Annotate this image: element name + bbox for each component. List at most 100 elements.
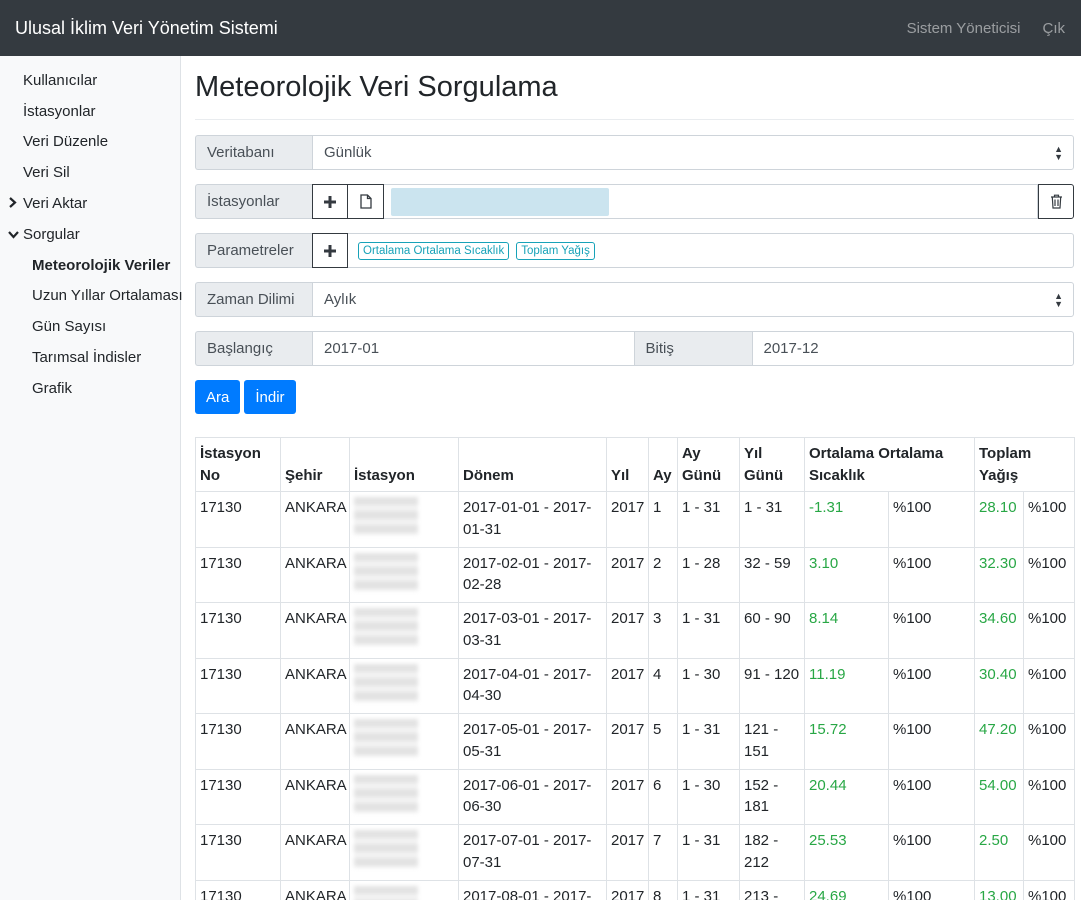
cell-temp-pct: %100 — [888, 824, 975, 881]
add-parameter-button[interactable] — [312, 233, 348, 268]
cell-mday: 1 - 28 — [677, 546, 740, 603]
sidebar-group-queries[interactable]: Sorgular — [0, 219, 180, 250]
download-button[interactable]: İndir — [244, 380, 296, 414]
column-header[interactable]: Yıl — [606, 437, 649, 492]
sidebar-item-edit-data[interactable]: Veri Düzenle — [0, 127, 180, 158]
column-header[interactable]: Dönem — [458, 437, 607, 492]
station-name-cell — [349, 657, 459, 714]
sidebar-item-meteorological-data[interactable]: Meteorolojik Veriler — [0, 250, 180, 281]
sidebar-item-agricultural-indices[interactable]: Tarımsal İndisler — [0, 342, 180, 373]
timespan-row: Zaman Dilimi Aylık ▲ ▼ — [195, 282, 1074, 317]
sidebar-item-chart[interactable]: Grafik — [0, 373, 180, 404]
database-select-value: Günlük — [324, 144, 372, 161]
cell-rain: 30.40 — [974, 657, 1024, 714]
search-button[interactable]: Ara — [195, 380, 241, 414]
station-name-cell — [349, 879, 459, 900]
sidebar-item-long-term-average[interactable]: Uzun Yıllar Ortalaması — [0, 281, 183, 312]
table-row: 17130 ANKARA 2017-02-01 - 2017-02-28 2017 2 1… — [195, 546, 1075, 603]
database-select[interactable]: Günlük ▲ ▼ — [312, 135, 1074, 170]
sidebar-item-label: Veri Sil — [23, 164, 70, 182]
cell-temp-pct: %100 — [888, 491, 975, 548]
nav-link-logout[interactable]: Çık — [1043, 20, 1066, 37]
main-content: Meteorolojik Veri Sorgulama Veritabanı G… — [181, 56, 1081, 900]
cell-year: 2017 — [606, 713, 649, 770]
column-header[interactable]: İstasyon — [349, 437, 459, 492]
parameters-field[interactable]: Ortalama Ortalama Sıcaklık Toplam Yağış — [348, 233, 1074, 268]
chevron-down-icon — [8, 227, 23, 242]
results-table: İstasyon No Şehir İstasyon Dönem Yıl Ay … — [195, 437, 1075, 900]
column-header[interactable]: Şehir — [280, 437, 350, 492]
stations-field[interactable] — [384, 184, 1038, 219]
cell-rain: 32.30 — [974, 546, 1024, 603]
end-date-value: 2017-12 — [763, 340, 819, 357]
sidebar-item-users[interactable]: Kullanıcılar — [0, 65, 180, 96]
select-caret-icon: ▲ ▼ — [1054, 144, 1063, 162]
top-navbar: Ulusal İklim Veri Yönetim Sistemi Sistem… — [0, 0, 1081, 56]
database-label: Veritabanı — [195, 135, 312, 170]
cell-rain-pct: %100 — [1023, 768, 1075, 825]
cell-city: ANKARA — [280, 602, 350, 659]
cell-rain: 13.00 — [974, 879, 1024, 900]
table-row: 17130ANKARA2017-08-01 - 2017-08-31201781… — [195, 879, 1075, 900]
redacted-station-name — [354, 830, 418, 868]
start-date-input[interactable]: 2017-01 — [312, 331, 635, 366]
cell-city: ANKARA — [280, 824, 350, 881]
cell-no: 17130 — [195, 546, 281, 603]
cell-rain: 28.10 — [974, 491, 1024, 548]
station-name-cell — [349, 602, 459, 659]
cell-month: 5 — [648, 713, 678, 770]
cell-no: 17130 — [195, 491, 281, 548]
end-date-input[interactable]: 2017-12 — [751, 331, 1074, 366]
cell-month: 6 — [648, 768, 678, 825]
table-header-row: İstasyon No Şehir İstasyon Dönem Yıl Ay … — [195, 437, 1075, 492]
parameters-row: Parametreler Ortalama Ortalama Sıcaklık … — [195, 233, 1074, 268]
column-header[interactable]: Yıl Günü — [739, 437, 805, 492]
cell-month: 3 — [648, 602, 678, 659]
cell-year: 2017 — [606, 491, 649, 548]
sidebar-item-day-count[interactable]: Gün Sayısı — [0, 311, 180, 342]
cell-no: 17130 — [195, 768, 281, 825]
column-header[interactable]: Toplam Yağış — [974, 437, 1075, 492]
cell-no: 17130 — [195, 879, 281, 900]
cell-rain-pct: %100 — [1023, 879, 1075, 900]
column-header[interactable]: Ay — [648, 437, 678, 492]
parameter-tag[interactable]: Toplam Yağış — [516, 241, 595, 260]
add-station-button[interactable] — [312, 184, 348, 219]
chevron-right-icon — [8, 196, 23, 211]
cell-temp-pct: %100 — [888, 768, 975, 825]
database-row: Veritabanı Günlük ▲ ▼ — [195, 135, 1074, 170]
cell-rain: 47.20 — [974, 713, 1024, 770]
cell-temp-pct: %100 — [888, 546, 975, 603]
sidebar-group-transfer[interactable]: Veri Aktar — [0, 188, 180, 219]
timespan-select[interactable]: Aylık ▲ ▼ — [312, 282, 1074, 317]
cell-period: 2017-01-01 - 2017-01-31 — [458, 491, 607, 548]
nav-link-admin[interactable]: Sistem Yöneticisi — [907, 20, 1021, 37]
redacted-station-name — [354, 608, 418, 646]
cell-year: 2017 — [606, 768, 649, 825]
clear-stations-button[interactable] — [1038, 184, 1074, 219]
redacted-station-name — [354, 885, 418, 900]
parameter-tag[interactable]: Ortalama Ortalama Sıcaklık — [358, 241, 510, 260]
sidebar-item-stations[interactable]: İstasyonlar — [0, 96, 180, 127]
column-header[interactable]: Ortalama Ortalama Sıcaklık — [804, 437, 975, 492]
cell-no: 17130 — [195, 713, 281, 770]
column-header[interactable]: Ay Günü — [677, 437, 740, 492]
cell-no: 17130 — [195, 602, 281, 659]
sidebar-item-delete-data[interactable]: Veri Sil — [0, 157, 180, 188]
cell-mday: 1 - 31 — [677, 602, 740, 659]
station-file-button[interactable] — [348, 184, 384, 219]
cell-temp: 15.72 — [804, 713, 889, 770]
cell-month: 7 — [648, 824, 678, 881]
column-header[interactable]: İstasyon No — [195, 437, 281, 492]
table-row: 17130 ANKARA 2017-01-01 - 2017-01-31 2017 1 1… — [195, 491, 1075, 548]
sidebar-item-label: İstasyonlar — [23, 102, 96, 120]
station-name-cell — [349, 491, 459, 548]
plus-icon — [324, 244, 336, 257]
cell-yday: 32 - 59 — [739, 546, 805, 603]
title-divider — [195, 119, 1074, 120]
cell-year: 2017 — [606, 824, 649, 881]
select-caret-icon: ▲ ▼ — [1054, 291, 1063, 309]
app-brand[interactable]: Ulusal İklim Veri Yönetim Sistemi — [15, 18, 907, 39]
table-row: 17130 ANKARA 2017-07-01 - 2017-07-31 2017 7 1… — [195, 824, 1075, 881]
cell-city: ANKARA — [280, 879, 350, 900]
